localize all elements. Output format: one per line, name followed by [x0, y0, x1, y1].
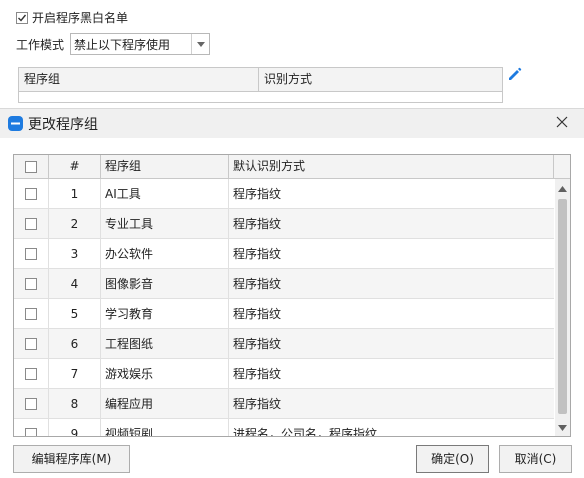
- edit-program-library-button[interactable]: 编辑程序库(M): [13, 445, 130, 473]
- row-checkbox[interactable]: [25, 187, 37, 200]
- table-row[interactable]: 4 图像影音 程序指纹: [14, 269, 554, 299]
- grid-rows: 1 AI工具 程序指纹 2 专业工具 程序指纹 3 办公软件 程序指纹 4 图像…: [14, 179, 554, 437]
- row-checkbox-cell: [14, 299, 49, 328]
- change-program-group-dialog: 更改程序组 # 程序组 默认识别方式 1 AI工具 程序指纹 2 专业工具 程序…: [0, 108, 584, 478]
- header-spacer: [554, 155, 570, 178]
- row-group-name: AI工具: [101, 179, 229, 208]
- row-identify-method: 程序指纹: [233, 277, 282, 291]
- work-mode-label: 工作模式: [16, 37, 65, 52]
- work-mode-row: 工作模式 禁止以下程序使用: [16, 33, 211, 55]
- row-checkbox[interactable]: [25, 307, 37, 320]
- cancel-button[interactable]: 取消(C): [499, 445, 572, 473]
- row-checkbox[interactable]: [25, 217, 37, 230]
- row-identify-method: 程序指纹: [233, 187, 282, 201]
- row-checkbox-cell: [14, 329, 49, 358]
- row-group-name: 专业工具: [101, 209, 229, 238]
- row-group-name: 游戏娱乐: [101, 359, 229, 388]
- col-header-group: 程序组: [19, 68, 259, 91]
- work-mode-value: 禁止以下程序使用: [74, 37, 171, 52]
- enable-blackwhite-list-row[interactable]: 开启程序黑白名单: [16, 9, 128, 26]
- checkmark-icon: [18, 14, 27, 22]
- row-checkbox-cell: [14, 389, 49, 418]
- row-identify-method: 程序指纹: [233, 367, 282, 381]
- row-group-name: 工程图纸: [101, 329, 229, 358]
- row-checkbox[interactable]: [25, 427, 37, 436]
- table-row[interactable]: 9 视频短剧 进程名，公司名，程序指纹: [14, 419, 554, 437]
- program-group-grid: # 程序组 默认识别方式 1 AI工具 程序指纹 2 专业工具 程序指纹 3 办…: [13, 154, 571, 437]
- table-row[interactable]: 2 专业工具 程序指纹: [14, 209, 554, 239]
- row-group-name: 办公软件: [101, 239, 229, 268]
- select-all-checkbox[interactable]: [25, 160, 37, 173]
- row-identify-method: 程序指纹: [233, 217, 282, 231]
- row-checkbox[interactable]: [25, 247, 37, 260]
- row-group-name: 学习教育: [101, 299, 229, 328]
- row-identify-method: 程序指纹: [233, 247, 282, 261]
- row-number: 5: [49, 299, 101, 328]
- row-group-name: 图像影音: [101, 269, 229, 298]
- row-number: 3: [49, 239, 101, 268]
- work-mode-select[interactable]: 禁止以下程序使用: [70, 33, 211, 55]
- enable-checkbox[interactable]: [16, 11, 28, 24]
- row-number: 1: [49, 179, 101, 208]
- vertical-scrollbar[interactable]: [555, 179, 570, 436]
- row-checkbox-cell: [14, 359, 49, 388]
- enable-label: 开启程序黑白名单: [32, 11, 129, 25]
- row-identify-method: 进程名，公司名，程序指纹: [233, 427, 378, 437]
- row-checkbox[interactable]: [25, 367, 37, 380]
- row-number: 7: [49, 359, 101, 388]
- row-identify-method: 程序指纹: [233, 397, 282, 411]
- ok-button[interactable]: 确定(O): [416, 445, 489, 473]
- row-checkbox-cell: [14, 209, 49, 238]
- table-row[interactable]: 1 AI工具 程序指纹: [14, 179, 554, 209]
- row-checkbox[interactable]: [25, 277, 37, 290]
- table-row[interactable]: 6 工程图纸 程序指纹: [14, 329, 554, 359]
- col-header-identify: 识别方式: [264, 72, 313, 86]
- row-group-name: 编程应用: [101, 389, 229, 418]
- table-row[interactable]: 7 游戏娱乐 程序指纹: [14, 359, 554, 389]
- scroll-up-icon[interactable]: [558, 181, 567, 195]
- row-number: 2: [49, 209, 101, 238]
- program-group-table: 程序组 识别方式: [18, 67, 503, 103]
- row-group-name: 视频短剧: [101, 419, 229, 436]
- row-checkbox[interactable]: [25, 397, 37, 410]
- scrollbar-thumb[interactable]: [558, 199, 567, 414]
- select-all-cell: [14, 155, 49, 178]
- row-number: 8: [49, 389, 101, 418]
- col-header-group: 程序组: [101, 155, 229, 178]
- col-header-number: #: [49, 155, 101, 178]
- app-logo-icon: [8, 116, 23, 134]
- table-row[interactable]: 8 编程应用 程序指纹: [14, 389, 554, 419]
- row-checkbox-cell: [14, 269, 49, 298]
- chevron-down-icon[interactable]: [191, 34, 209, 54]
- scroll-down-icon[interactable]: [558, 420, 567, 434]
- table-row[interactable]: 3 办公软件 程序指纹: [14, 239, 554, 269]
- close-icon[interactable]: [556, 116, 568, 131]
- row-number: 9: [49, 419, 101, 436]
- col-header-default-identify: 默认识别方式: [229, 155, 554, 178]
- row-number: 4: [49, 269, 101, 298]
- row-checkbox-cell: [14, 179, 49, 208]
- pencil-icon[interactable]: [507, 66, 523, 85]
- dialog-title: 更改程序组: [28, 117, 98, 133]
- row-identify-method: 程序指纹: [233, 307, 282, 321]
- row-checkbox[interactable]: [25, 337, 37, 350]
- row-checkbox-cell: [14, 419, 49, 436]
- grid-header: # 程序组 默认识别方式: [14, 155, 570, 179]
- row-checkbox-cell: [14, 239, 49, 268]
- row-identify-method: 程序指纹: [233, 337, 282, 351]
- background-window: 开启程序黑白名单 工作模式 禁止以下程序使用 程序组 识别方式: [0, 0, 584, 110]
- dialog-titlebar: 更改程序组: [0, 109, 584, 138]
- table-row[interactable]: 5 学习教育 程序指纹: [14, 299, 554, 329]
- row-number: 6: [49, 329, 101, 358]
